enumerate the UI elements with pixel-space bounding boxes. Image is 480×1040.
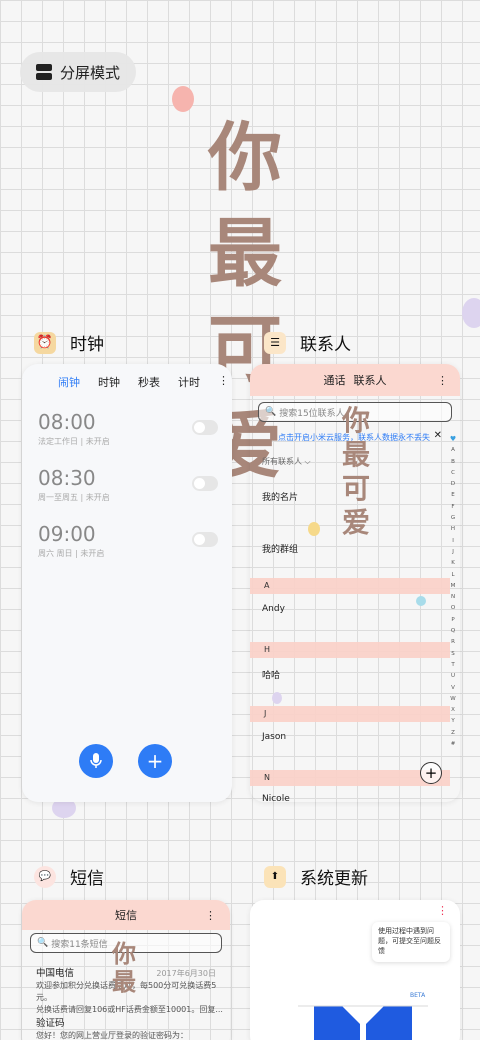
alarm-item[interactable]: 09:00 周六 周日 | 未开启 — [38, 522, 218, 559]
chevron-down-icon: ⌵ — [304, 457, 311, 466]
messages-app-header[interactable]: 💬 短信 — [34, 864, 104, 889]
update-app-title: 系统更新 — [300, 869, 368, 889]
contacts-app-icon: ☰ — [264, 331, 286, 354]
alarm-item[interactable]: 08:30 周一至周五 | 未开启 — [38, 466, 218, 503]
add-contact-button[interactable]: + — [420, 762, 442, 784]
heart-icon: ♥ — [449, 435, 457, 443]
miui-logo-icon — [298, 1005, 428, 1040]
wallpaper-dot — [172, 86, 194, 112]
contacts-app-header[interactable]: ☰ 联系人 — [264, 330, 351, 355]
split-screen-label: 分屏模式 — [60, 63, 121, 82]
message-preview: 您好！您的网上营业厅登录的验证密码为：710679，有 — [36, 1031, 188, 1040]
split-screen-icon — [36, 64, 52, 80]
search-placeholder: 搜索11条短信 — [51, 939, 108, 950]
alarm-repeat: 周一至周五 | 未开启 — [38, 493, 110, 502]
wallpaper-dot — [416, 596, 426, 606]
sender-name: 验证码 — [36, 1018, 65, 1029]
message-date: 2017年6月30日 — [156, 969, 216, 978]
messages-top-bar: 短信 ⋮ — [22, 900, 230, 930]
section-header: A — [250, 578, 450, 594]
clock-app-title: 时钟 — [70, 335, 104, 355]
alarm-repeat: 周六 周日 | 未开启 — [38, 549, 105, 558]
alarm-toggle[interactable] — [192, 476, 218, 491]
message-preview: 兑换话费请回复106或HF话费金额至10001。回复... — [36, 1005, 223, 1014]
tab-calls[interactable]: 通话 — [324, 372, 346, 388]
tab-alarm[interactable]: 闹钟 — [58, 374, 80, 390]
messages-app-title: 短信 — [70, 869, 104, 889]
wallpaper-dot — [462, 298, 480, 328]
alphabet-index[interactable]: ♥ ABC DEF GHI JKL MNO PQR STU VWX Y Z # — [448, 434, 458, 750]
alarm-time: 08:00 — [38, 410, 96, 434]
more-icon[interactable]: ⋮ — [218, 374, 229, 390]
alarm-toggle[interactable] — [192, 420, 218, 435]
alarm-item[interactable]: 08:00 法定工作日 | 未开启 — [38, 410, 218, 447]
contacts-top-bar: 通话 联系人 ⋮ — [250, 364, 460, 396]
messages-app-card[interactable]: 短信 ⋮ 🔍 搜索11条短信 中国电信 2017年6月30日 欢迎参加积分兑换话… — [22, 900, 230, 1040]
search-icon: 🔍 — [37, 938, 49, 948]
alarm-toggle[interactable] — [192, 532, 218, 547]
filter-label: 所有联系人 — [262, 457, 302, 466]
microphone-icon — [90, 753, 102, 768]
clock-tabs: 闹钟 时钟 秒表 计时 ⋮ — [22, 364, 232, 390]
wallpaper-text: 你 最 可 爱 — [341, 404, 370, 539]
alarm-time: 08:30 — [38, 466, 96, 490]
search-placeholder: 搜索15位联系人 — [279, 408, 345, 419]
tab-timer[interactable]: 计时 — [178, 374, 200, 390]
clock-app-card[interactable]: 闹钟 时钟 秒表 计时 ⋮ 08:00 法定工作日 | 未开启 08:30 周一… — [22, 364, 232, 802]
tab-contacts[interactable]: 联系人 — [354, 372, 387, 388]
clock-app-icon: ⏰ — [34, 331, 56, 354]
tab-stopwatch[interactable]: 秒表 — [138, 374, 160, 390]
add-alarm-button[interactable]: + — [138, 744, 172, 778]
contacts-app-card[interactable]: 通话 联系人 ⋮ 🔍 搜索15位联系人 点击开启小米云服务，联系人数据永不丢失 … — [250, 364, 460, 802]
voice-button[interactable] — [79, 744, 113, 778]
split-screen-button[interactable]: 分屏模式 — [20, 52, 136, 92]
update-app-header[interactable]: ⬆ 系统更新 — [264, 864, 368, 889]
more-icon[interactable]: ⋮ — [437, 374, 448, 387]
alarm-repeat: 法定工作日 | 未开启 — [38, 437, 110, 446]
wallpaper-dot — [272, 692, 282, 704]
more-icon[interactable]: ⋮ — [437, 904, 448, 917]
search-icon: 🔍 — [265, 407, 277, 417]
messages-header-title: 短信 — [115, 909, 137, 922]
list-item[interactable]: Jason — [250, 732, 450, 742]
section-header: J — [250, 706, 450, 722]
plus-icon: + — [146, 749, 164, 773]
wallpaper-dot — [308, 522, 320, 536]
wallpaper-text: 你 最 — [112, 939, 136, 996]
section-header: H — [250, 642, 450, 658]
update-app-card[interactable]: ⋮ 使用过程中遇到问题，可提交至问题反馈 BETA — [250, 900, 460, 1040]
tab-clock[interactable]: 时钟 — [98, 374, 120, 390]
message-thread[interactable]: 验证码 您好！您的网上营业厅登录的验证密码为：710679，有 — [36, 1018, 226, 1040]
list-item[interactable]: Nicole — [250, 794, 450, 802]
list-item[interactable]: 我的群组 — [250, 542, 450, 555]
contacts-app-title: 联系人 — [300, 335, 351, 355]
plus-icon: + — [424, 764, 438, 782]
messages-app-icon: 💬 — [34, 865, 56, 888]
list-item[interactable]: 哈哈 — [250, 668, 450, 681]
feedback-tooltip: 使用过程中遇到问题，可提交至问题反馈 — [372, 922, 450, 962]
clock-app-header[interactable]: ⏰ 时钟 — [34, 330, 104, 355]
more-icon[interactable]: ⋮ — [205, 909, 216, 922]
alarm-time: 09:00 — [38, 522, 96, 546]
update-app-icon: ⬆ — [264, 865, 286, 888]
close-icon[interactable]: ✕ — [434, 430, 442, 441]
